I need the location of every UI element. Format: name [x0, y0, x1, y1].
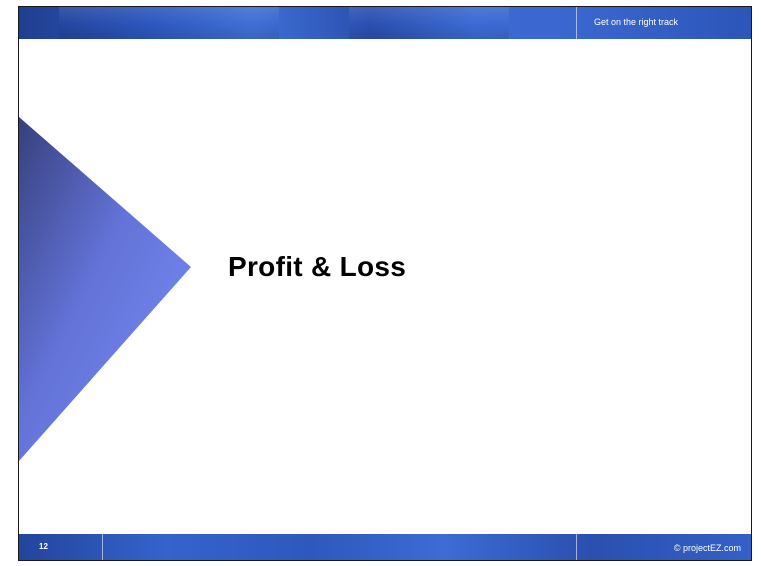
footer-bar: 12 © projectEZ.com — [19, 534, 751, 560]
footer-divider-left — [102, 534, 103, 560]
slide: Get on the right track Profit & Loss 12 … — [18, 6, 752, 561]
header-tagline: Get on the right track — [594, 17, 679, 27]
header-divider — [576, 7, 577, 39]
footer-copyright: © projectEZ.com — [673, 543, 741, 553]
page-number: 12 — [39, 542, 48, 551]
slide-title: Profit & Loss — [228, 251, 407, 282]
arrow-graphic — [19, 117, 191, 461]
header-bar: Get on the right track — [19, 7, 751, 39]
footer-divider-right — [576, 534, 577, 560]
